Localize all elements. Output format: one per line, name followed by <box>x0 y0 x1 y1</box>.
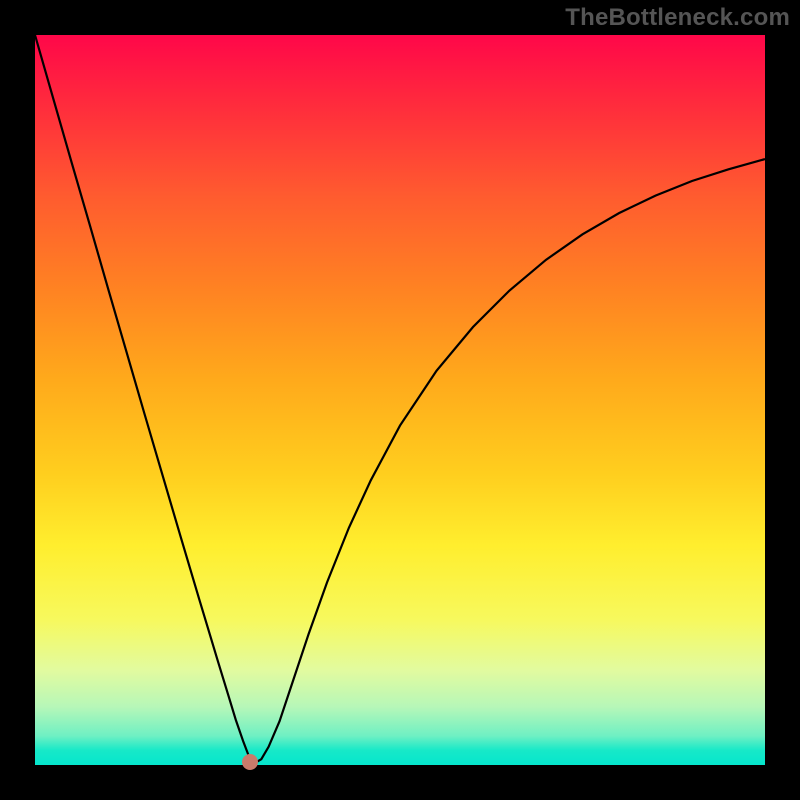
bottleneck-curve-path <box>35 35 765 764</box>
watermark-text: TheBottleneck.com <box>565 4 790 32</box>
chart-frame: TheBottleneck.com <box>0 0 800 800</box>
curve-svg <box>35 35 765 765</box>
plot-area <box>35 35 765 765</box>
minimum-marker <box>242 754 258 770</box>
